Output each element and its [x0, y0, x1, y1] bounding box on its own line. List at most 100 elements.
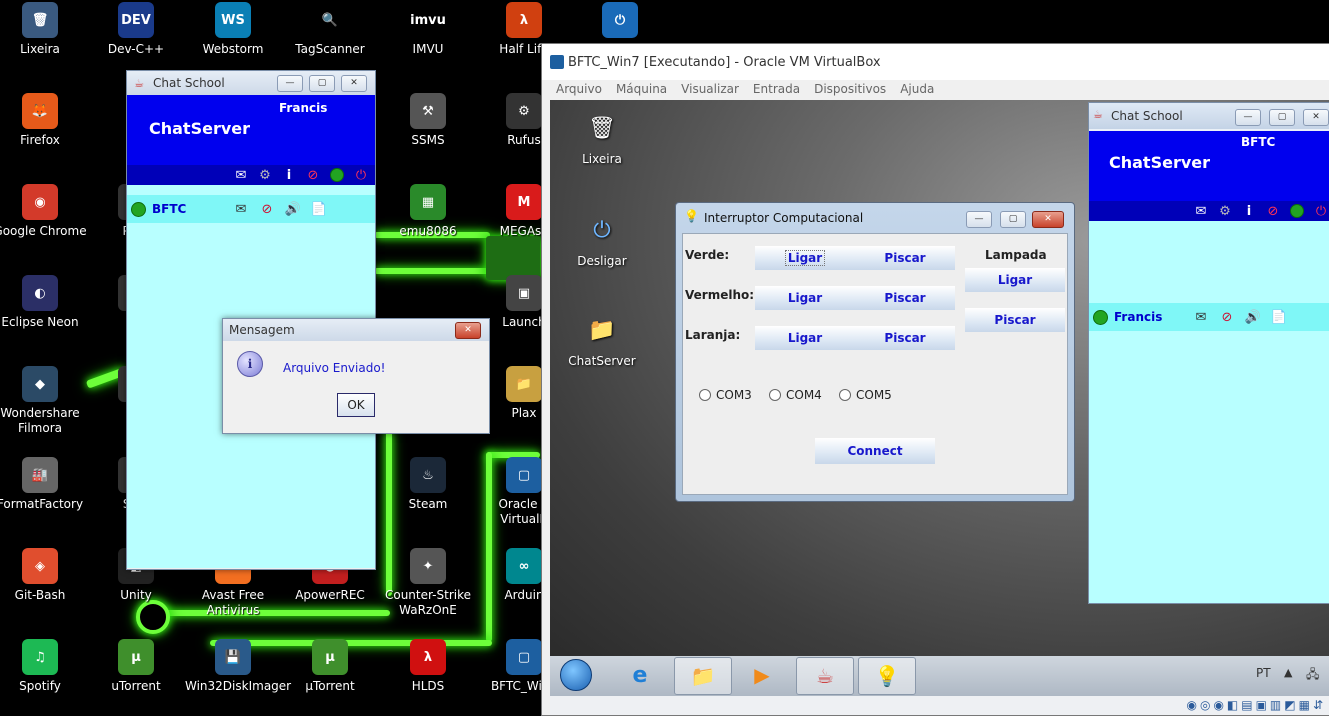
gear-icon[interactable]: ⚙ [1217, 203, 1233, 219]
desktop-icon-label: Dev-C++ [107, 42, 165, 56]
minimize-button[interactable]: — [966, 211, 992, 228]
block-icon[interactable]: ⊘ [1265, 203, 1281, 219]
close-button[interactable]: ✕ [341, 75, 367, 92]
chat-spacer [127, 185, 375, 195]
laranja-ligar-button[interactable]: Ligar [755, 326, 855, 350]
verde-ligar-button[interactable]: Ligar [755, 246, 855, 270]
start-button[interactable] [552, 657, 600, 693]
desktop-icon[interactable]: 🦊 Firefox [0, 93, 88, 148]
mail-icon[interactable]: ✉ [233, 167, 249, 183]
status-online-icon[interactable] [1289, 203, 1305, 219]
chat-window-titlebar[interactable]: ☕ Chat School — ▢ ✕ [1089, 103, 1329, 129]
file-icon[interactable]: 📄 [311, 201, 327, 217]
contact-row[interactable]: BFTC ✉ ⊘ 🔊 📄 [127, 195, 375, 223]
desktop-icon[interactable]: ⚒ SSMS [380, 93, 476, 148]
maximize-button[interactable]: ▢ [1000, 211, 1026, 228]
minimize-button[interactable]: — [1235, 109, 1261, 126]
mail-icon[interactable]: ✉ [233, 201, 249, 217]
block-icon[interactable]: ⊘ [259, 201, 275, 217]
lampada-piscar-button[interactable]: Piscar [965, 308, 1065, 332]
vm-titlebar[interactable]: BFTC_Win7 [Executando] - Oracle VM Virtu… [542, 44, 1329, 80]
desktop-icon[interactable]: ◉ Google Chrome [0, 184, 88, 239]
mail-icon[interactable]: ✉ [1193, 309, 1209, 325]
speaker-icon[interactable]: 🔊 [285, 201, 301, 217]
maximize-button[interactable]: ▢ [309, 75, 335, 92]
port-radio-com5[interactable]: COM5 [839, 388, 892, 402]
taskbar-java[interactable]: ☕ [796, 657, 854, 695]
desktop-icon[interactable]: ♨ Steam [380, 457, 476, 512]
menu-arquivo[interactable]: Arquivo [556, 82, 602, 96]
block-icon[interactable]: ⊘ [1219, 309, 1235, 325]
lampada-ligar-button[interactable]: Ligar [965, 268, 1065, 292]
desktop-icon[interactable]: ◈ Git-Bash [0, 548, 88, 603]
network-icon[interactable]: 🖧 [1306, 665, 1319, 686]
close-button[interactable]: ✕ [455, 322, 481, 339]
desktop-icon[interactable]: ◐ Eclipse Neon [0, 275, 88, 330]
app-icon: 📁 [506, 366, 542, 402]
virtualbox-window: BFTC_Win7 [Executando] - Oracle VM Virtu… [541, 43, 1329, 716]
desktop-icon[interactable]: ◆ Wondershare Filmora [0, 366, 88, 436]
desktop-icon[interactable]: µ µTorrent [282, 639, 378, 694]
status-online-icon[interactable] [329, 167, 345, 183]
desktop-icon[interactable]: ✦ Counter-Strike WaRzOnE [380, 548, 476, 618]
menu-dispositivos[interactable]: Dispositivos [814, 82, 886, 96]
desktop-icon-label: SSMS [411, 133, 445, 147]
power-icon[interactable]: ⏻ [1313, 203, 1329, 219]
desktop-icon[interactable]: 💾 Win32DiskImager [185, 639, 291, 694]
gear-icon[interactable]: ⚙ [257, 167, 273, 183]
desktop-icon[interactable]: 🏭 FormatFactory [0, 457, 88, 512]
taskbar-explorer[interactable]: 📁 [674, 657, 732, 695]
menu-maquina[interactable]: Máquina [616, 82, 667, 96]
port-radio-com4[interactable]: COM4 [769, 388, 822, 402]
block-icon[interactable]: ⊘ [305, 167, 321, 183]
taskbar-media[interactable]: ▶ [734, 657, 790, 693]
tray-arrow-icon[interactable]: ▲ [1284, 666, 1292, 679]
guest-icon-desligar[interactable]: ⏻ Desligar [562, 210, 642, 269]
desktop-icon[interactable]: λ HLDS [380, 639, 476, 694]
desktop-icon[interactable]: WS Webstorm [185, 2, 281, 57]
desktop-icon[interactable]: imvu IMVU [380, 2, 476, 57]
menu-ajuda[interactable]: Ajuda [900, 82, 934, 96]
app-name: ChatServer [149, 119, 251, 138]
interruptor-titlebar[interactable]: 💡 Interruptor Computacional — ▢ ✕ [676, 203, 1074, 231]
maximize-button[interactable]: ▢ [1269, 109, 1295, 126]
close-button[interactable]: ✕ [1032, 211, 1064, 228]
ok-button[interactable]: OK [337, 393, 375, 417]
close-button[interactable]: ✕ [1303, 109, 1329, 126]
desktop-icon[interactable]: 🔍 TagScanner [282, 2, 378, 57]
desktop-icon[interactable]: µ uTorrent [88, 639, 184, 694]
file-icon[interactable]: 📄 [1271, 309, 1287, 325]
connect-button[interactable]: Connect [815, 438, 935, 464]
power-icon[interactable]: ⏻ [353, 167, 369, 183]
desktop-icon-label: Eclipse Neon [1, 315, 79, 329]
window-title: Chat School [153, 76, 225, 90]
verde-piscar-button[interactable]: Piscar [855, 246, 955, 270]
desktop-icon[interactable]: ⏻ [572, 2, 668, 42]
language-indicator[interactable]: PT [1256, 666, 1271, 680]
app-icon: ◐ [22, 275, 58, 311]
laranja-piscar-button[interactable]: Piscar [855, 326, 955, 350]
speaker-icon[interactable]: 🔊 [1245, 309, 1261, 325]
vm-status-icons[interactable]: ◉◎◉◧▤▣▥◩▦⇵ [1187, 698, 1327, 712]
desktop-icon[interactable]: 🗑 Lixeira [0, 2, 88, 57]
guest-icon-chatserver[interactable]: 📁 ChatServer [562, 310, 642, 369]
info-icon[interactable]: i [1241, 203, 1257, 219]
vermelho-ligar-button[interactable]: Ligar [755, 286, 855, 310]
minimize-button[interactable]: — [277, 75, 303, 92]
chat-window-titlebar[interactable]: ☕ Chat School — ▢ ✕ [127, 71, 375, 95]
desktop-icon[interactable]: ▦ emu8086 [380, 184, 476, 239]
dialog-titlebar[interactable]: Mensagem ✕ [223, 319, 489, 341]
info-icon[interactable]: i [281, 167, 297, 183]
app-icon: ▣ [506, 275, 542, 311]
guest-icon-lixeira[interactable]: 🗑 Lixeira [562, 108, 642, 167]
taskbar-lamp[interactable]: 💡 [858, 657, 916, 695]
contact-row[interactable]: Francis ✉ ⊘ 🔊 📄 [1089, 303, 1329, 331]
vermelho-piscar-button[interactable]: Piscar [855, 286, 955, 310]
menu-visualizar[interactable]: Visualizar [681, 82, 739, 96]
menu-entrada[interactable]: Entrada [753, 82, 800, 96]
mail-icon[interactable]: ✉ [1193, 203, 1209, 219]
desktop-icon[interactable]: DEV Dev-C++ [88, 2, 184, 57]
taskbar-ie[interactable]: e [612, 657, 668, 693]
desktop-icon[interactable]: ♫ Spotify [0, 639, 88, 694]
port-radio-com3[interactable]: COM3 [699, 388, 752, 402]
